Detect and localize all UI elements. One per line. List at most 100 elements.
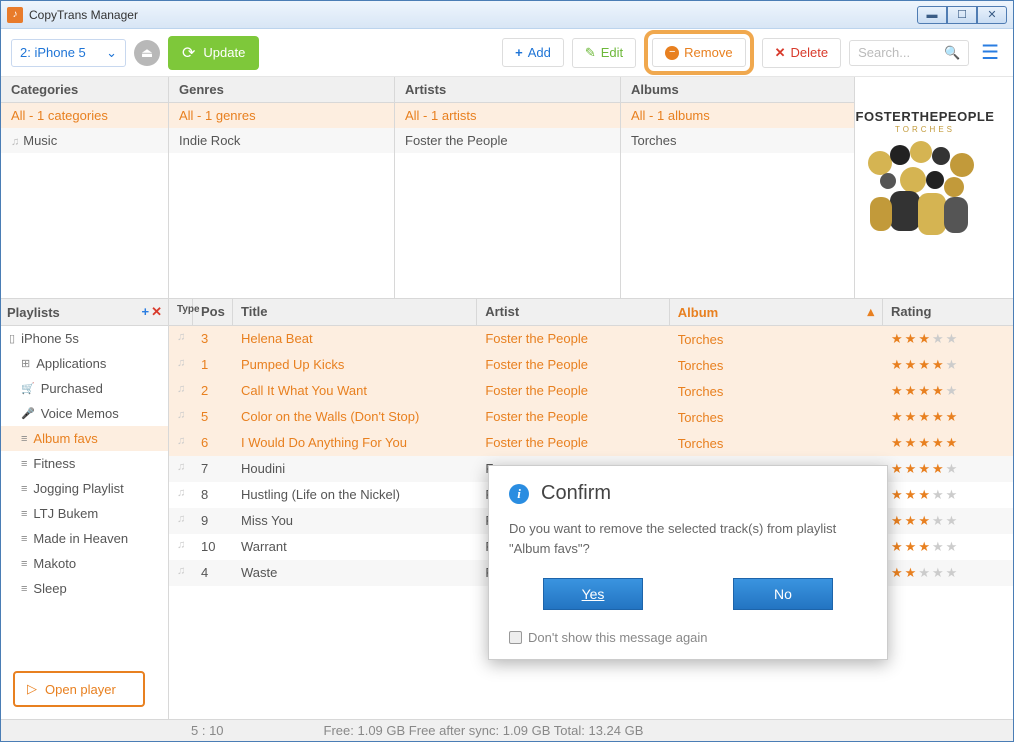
playlist-item[interactable]: ≡Sleep [1, 576, 168, 601]
chevron-down-icon: ⌄ [106, 45, 117, 61]
device-select[interactable]: 2: iPhone 5 ⌄ [11, 39, 126, 67]
hamburger-menu-icon[interactable]: ☰ [977, 40, 1003, 65]
playlist-item-label: Makoto [33, 556, 76, 571]
eject-icon: ⏏ [141, 45, 153, 61]
albums-all[interactable]: All - 1 albums [621, 103, 854, 128]
maximize-button[interactable]: ☐ [947, 6, 977, 24]
playlist-item[interactable]: 🛒Purchased [1, 376, 168, 401]
music-note-icon: ♫ [177, 487, 185, 499]
music-note-icon: ♫ [177, 565, 185, 577]
dialog-no-button[interactable]: No [733, 578, 833, 610]
track-pos: 9 [193, 508, 233, 534]
remove-button[interactable]: − Remove [652, 38, 745, 67]
track-rating[interactable]: ★★★★★ [883, 456, 1013, 482]
edit-label: Edit [601, 45, 623, 60]
track-row[interactable]: ♫5Color on the Walls (Don't Stop)Foster … [169, 404, 1013, 430]
playlists-header-label: Playlists [7, 305, 60, 320]
remove-label: Remove [684, 45, 732, 60]
open-player-label: Open player [45, 682, 116, 697]
confirm-dialog: i Confirm Do you want to remove the sele… [488, 465, 888, 660]
track-pos: 2 [193, 378, 233, 404]
track-rating[interactable]: ★★★★★ [883, 508, 1013, 534]
music-note-icon: ♫ [177, 539, 185, 551]
playlist-item[interactable]: ≡Makoto [1, 551, 168, 576]
albums-item[interactable]: Torches [621, 128, 854, 153]
track-album: Torches [670, 378, 883, 404]
x-icon: ✕ [775, 45, 786, 61]
close-button[interactable]: ✕ [977, 6, 1007, 24]
track-artist: Foster the People [477, 404, 669, 430]
col-album[interactable]: Album ▴ [670, 299, 883, 325]
playlist-item[interactable]: 🎤Voice Memos [1, 401, 168, 426]
playlist-item[interactable]: ≡Fitness [1, 451, 168, 476]
col-pos[interactable]: Pos [193, 299, 233, 325]
search-box[interactable]: 🔍 [849, 40, 969, 66]
dialog-header: i Confirm [509, 482, 867, 505]
music-note-icon: ♫ [177, 409, 185, 421]
track-row[interactable]: ♫1Pumped Up KicksFoster the PeopleTorche… [169, 352, 1013, 378]
album-cover: FOSTERTHEPEOPLE TORCHES [855, 109, 995, 275]
artists-all[interactable]: All - 1 artists [395, 103, 620, 128]
track-pos: 4 [193, 560, 233, 586]
track-rating[interactable]: ★★★★★ [883, 404, 1013, 430]
minimize-button[interactable]: ▬ [917, 6, 947, 24]
track-rating[interactable]: ★★★★★ [883, 352, 1013, 378]
track-title: Call It What You Want [233, 378, 477, 404]
albums-panel: Albums All - 1 albums Torches [621, 77, 855, 298]
eject-button[interactable]: ⏏ [134, 40, 160, 66]
edit-button[interactable]: ✎ Edit [572, 38, 636, 68]
track-row[interactable]: ♫3Helena BeatFoster the PeopleTorches★★★… [169, 326, 1013, 352]
track-pos: 5 [193, 404, 233, 430]
artists-item[interactable]: Foster the People [395, 128, 620, 153]
album-cover-panel: FOSTERTHEPEOPLE TORCHES [855, 77, 1013, 298]
playlists-pane: Playlists + ✕ ▯ iPhone 5s ⊞Applications🛒… [1, 299, 169, 719]
categories-item[interactable]: ♫Music [1, 128, 168, 153]
genres-item[interactable]: Indie Rock [169, 128, 394, 153]
track-row[interactable]: ♫2Call It What You WantFoster the People… [169, 378, 1013, 404]
dialog-yes-button[interactable]: Yes [543, 578, 643, 610]
categories-all[interactable]: All - 1 categories [1, 103, 168, 128]
info-icon: i [509, 484, 529, 504]
update-button[interactable]: ⟳ Update [168, 36, 259, 70]
search-input[interactable] [858, 45, 938, 60]
playlist-item[interactable]: ≡Made in Heaven [1, 526, 168, 551]
track-rating[interactable]: ★★★★★ [883, 482, 1013, 508]
playlist-device[interactable]: ▯ iPhone 5s [1, 326, 168, 351]
playlist-item[interactable]: ⊞Applications [1, 351, 168, 376]
track-title: Helena Beat [233, 326, 477, 352]
track-title: Warrant [233, 534, 477, 560]
col-title[interactable]: Title [233, 299, 477, 325]
playlist-icon: ≡ [21, 583, 27, 595]
genres-all[interactable]: All - 1 genres [169, 103, 394, 128]
track-row[interactable]: ♫6I Would Do Anything For YouFoster the … [169, 430, 1013, 456]
refresh-icon: ⟳ [182, 43, 195, 63]
pencil-icon: ✎ [585, 45, 596, 61]
dont-show-checkbox[interactable] [509, 631, 522, 644]
track-rating[interactable]: ★★★★★ [883, 534, 1013, 560]
playlist-add-icon[interactable]: + [142, 304, 150, 320]
play-icon: ▷ [27, 681, 37, 697]
cover-line1: FOSTERTHEPEOPLE [856, 109, 995, 124]
track-rating[interactable]: ★★★★★ [883, 326, 1013, 352]
track-rating[interactable]: ★★★★★ [883, 430, 1013, 456]
track-rating[interactable]: ★★★★★ [883, 378, 1013, 404]
track-album: Torches [670, 352, 883, 378]
col-artist[interactable]: Artist [477, 299, 670, 325]
track-rating[interactable]: ★★★★★ [883, 560, 1013, 586]
playlist-item[interactable]: ≡Album favs [1, 426, 168, 451]
col-rating[interactable]: Rating [883, 299, 1013, 325]
genres-panel: Genres All - 1 genres Indie Rock [169, 77, 395, 298]
playlist-item[interactable]: ≡Jogging Playlist [1, 476, 168, 501]
add-button[interactable]: + Add [502, 38, 564, 67]
status-count: 5 : 10 [191, 723, 224, 738]
playlist-delete-icon[interactable]: ✕ [151, 304, 162, 320]
playlist-item[interactable]: ≡LTJ Bukem [1, 501, 168, 526]
open-player-button[interactable]: ▷ Open player [13, 671, 145, 707]
statusbar: 5 : 10 Free: 1.09 GB Free after sync: 1.… [1, 719, 1013, 741]
col-type[interactable]: Type [169, 299, 193, 325]
app-title: CopyTrans Manager [29, 8, 138, 22]
titlebar: ♪ CopyTrans Manager ▬ ☐ ✕ [1, 1, 1013, 29]
playlist-icon: ≡ [21, 483, 27, 495]
track-title: I Would Do Anything For You [233, 430, 477, 456]
delete-button[interactable]: ✕ Delete [762, 38, 841, 68]
